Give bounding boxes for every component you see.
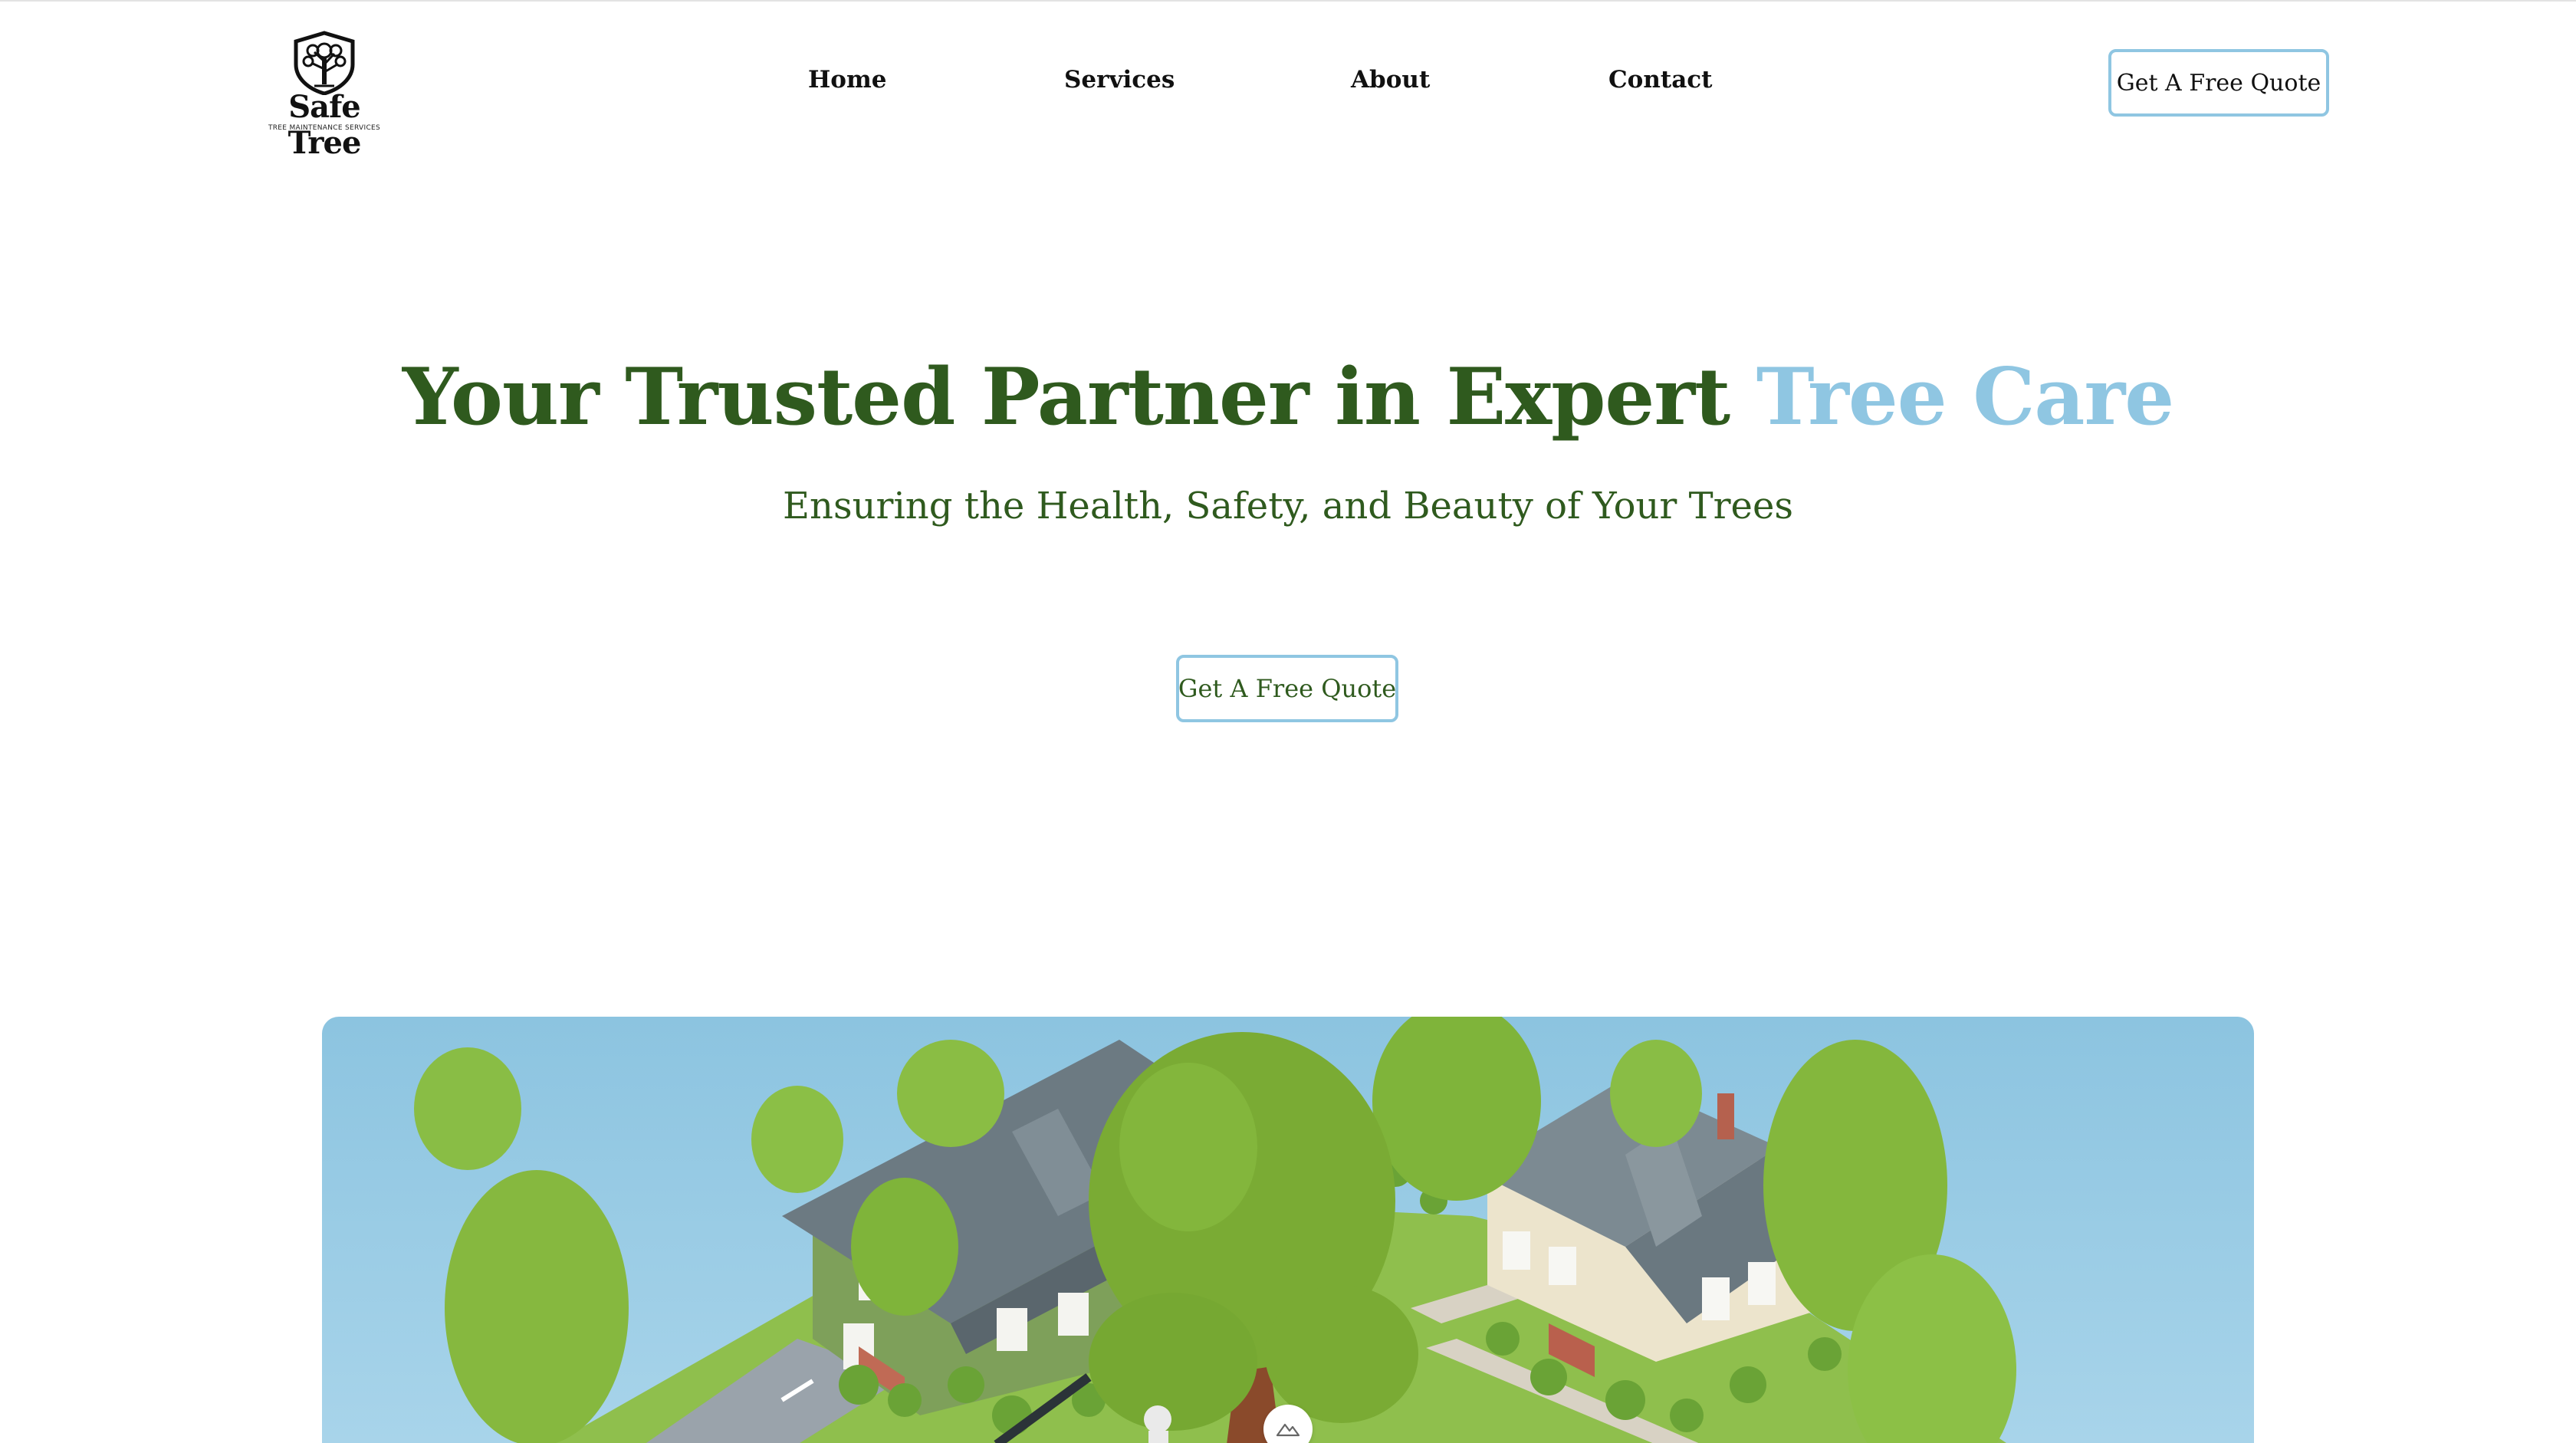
hero-illustration xyxy=(322,1017,2254,1443)
page: Safe Tree TREE MAINTENANCE SERVICES Home… xyxy=(0,0,2576,1443)
nav-contact[interactable]: Contact xyxy=(1608,66,1713,94)
header-free-quote-button[interactable]: Get A Free Quote xyxy=(2108,49,2329,117)
brand-tagline: TREE MAINTENANCE SERVICES xyxy=(268,124,381,132)
mountain-icon xyxy=(1276,1423,1300,1437)
hero-title-accent: Tree Care xyxy=(1756,351,2174,443)
hero-subtitle: Ensuring the Health, Safety, and Beauty … xyxy=(783,485,1793,528)
hero-title: Your Trusted Partner in Expert Tree Care xyxy=(0,351,2576,443)
hero-title-main: Your Trusted Partner in Expert xyxy=(402,351,1756,443)
hero-free-quote-button[interactable]: Get A Free Quote xyxy=(1176,655,1398,722)
site-header: Safe Tree TREE MAINTENANCE SERVICES Home… xyxy=(0,2,2576,164)
neighborhood-illustration xyxy=(414,1017,2016,1443)
nav-about[interactable]: About xyxy=(1351,66,1430,94)
nav-home[interactable]: Home xyxy=(808,66,887,94)
nav-services[interactable]: Services xyxy=(1064,66,1175,94)
